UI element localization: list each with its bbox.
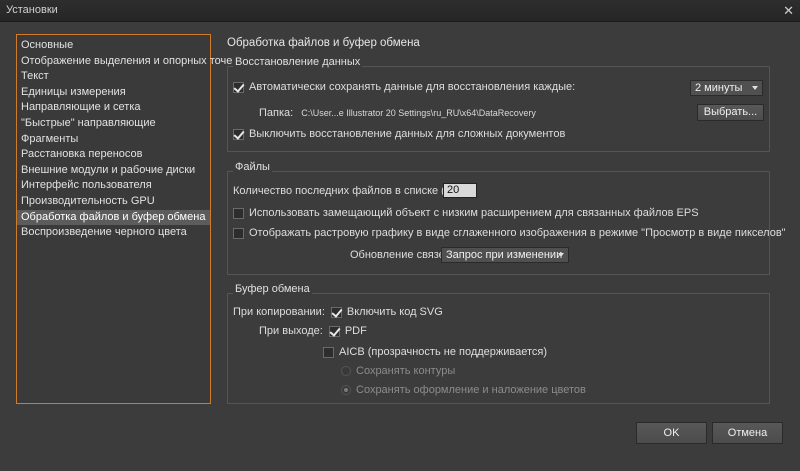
data-recovery-group-title: Восстановление данных: [233, 56, 363, 68]
ok-button[interactable]: OK: [636, 422, 707, 444]
category-list: Основные Отображение выделения и опорных…: [16, 34, 237, 404]
aicb-checkbox[interactable]: [323, 346, 334, 358]
disable-complex-row: Выключить восстановление данных для слож…: [233, 128, 565, 140]
chevron-down-icon: [558, 253, 564, 257]
files-group-title: Файлы: [233, 161, 272, 173]
pdf-checkbox[interactable]: [328, 325, 340, 337]
sidebar-item-user-interface[interactable]: Интерфейс пользователя: [17, 178, 210, 194]
preserve-appearance-row: Сохранять оформление и наложение цветов: [341, 384, 586, 396]
on-copy-label: При копировании:: [233, 306, 325, 318]
recent-files-count-input[interactable]: 20: [443, 183, 477, 198]
cancel-button[interactable]: Отмена: [712, 422, 783, 444]
update-links-select[interactable]: Запрос при изменении: [441, 247, 569, 263]
folder-label: Папка:: [259, 107, 294, 119]
on-exit-row: При выходе: PDF: [259, 325, 367, 337]
raster-label: Отображать растровую графику в виде сгла…: [249, 227, 786, 239]
on-copy-row: При копировании: Включить код SVG: [233, 306, 443, 318]
page-title: Обработка файлов и буфер обмена: [227, 37, 420, 49]
svg-label: Включить код SVG: [346, 306, 443, 318]
window-title: Установки: [6, 4, 58, 16]
svg-checkbox[interactable]: [330, 306, 342, 318]
preserve-appearance-radio[interactable]: [341, 385, 351, 395]
sidebar-item-black-appearance[interactable]: Воспроизведение черного цвета: [17, 225, 210, 241]
disable-complex-checkbox[interactable]: [233, 128, 244, 140]
preserve-paths-radio[interactable]: [341, 366, 351, 376]
chevron-down-icon: [752, 86, 758, 90]
update-links-value: Запрос при изменении: [446, 249, 563, 261]
clipboard-group-title: Буфер обмена: [233, 283, 312, 295]
sidebar-item-gpu-performance[interactable]: Производительность GPU: [17, 194, 210, 210]
proxy-label: Использовать замещающий объект с низким …: [249, 207, 699, 219]
sidebar-item-general[interactable]: Основные: [17, 38, 210, 54]
aicb-row: AICB (прозрачность не поддерживается): [323, 346, 547, 358]
recent-files-label: Количество последних файлов в списке (0-…: [233, 185, 474, 197]
sidebar-item-units[interactable]: Единицы измерения: [17, 85, 210, 101]
sidebar-item-guides-grid[interactable]: Направляющие и сетка: [17, 100, 210, 116]
update-links-row: Обновление связей:: [350, 249, 454, 261]
autosave-label: Автоматически сохранять данные для восст…: [249, 81, 576, 93]
sidebar-item-type[interactable]: Текст: [17, 69, 210, 85]
pdf-label: PDF: [344, 325, 367, 337]
folder-path: C:\User...e Illustrator 20 Settings\ru_R…: [301, 108, 536, 118]
sidebar-item-plugins-scratch-disks[interactable]: Внешние модули и рабочие диски: [17, 163, 210, 179]
raster-row: Отображать растровую графику в виде сгла…: [233, 227, 786, 239]
update-links-label: Обновление связей:: [350, 249, 454, 261]
raster-checkbox[interactable]: [233, 227, 244, 239]
proxy-checkbox[interactable]: [233, 207, 244, 219]
aicb-label: AICB (прозрачность не поддерживается): [339, 346, 548, 358]
autosave-interval-value: 2 минуты: [695, 82, 743, 94]
preserve-paths-label: Сохранять контуры: [356, 365, 456, 377]
preserve-appearance-label: Сохранять оформление и наложение цветов: [356, 384, 586, 396]
autosave-row: Автоматически сохранять данные для восст…: [233, 81, 575, 93]
sidebar-item-selection-anchor-display[interactable]: Отображение выделения и опорных точек: [17, 54, 237, 70]
proxy-row: Использовать замещающий объект с низким …: [233, 207, 699, 219]
preserve-paths-row: Сохранять контуры: [341, 365, 455, 377]
folder-row: Папка: C:\User...e Illustrator 20 Settin…: [259, 107, 536, 119]
close-icon[interactable]: ✕: [783, 4, 794, 17]
sidebar-item-smart-guides[interactable]: "Быстрые" направляющие: [17, 116, 210, 132]
autosave-checkbox[interactable]: [233, 81, 244, 93]
autosave-interval-select[interactable]: 2 минуты: [690, 80, 763, 96]
title-bar: Установки ✕: [0, 0, 800, 22]
sidebar-item-file-handling-clipboard[interactable]: Обработка файлов и буфер обмена: [17, 209, 210, 226]
recent-files-row: Количество последних файлов в списке (0-…: [233, 185, 474, 197]
on-exit-label: При выходе:: [259, 325, 323, 337]
choose-folder-button[interactable]: Выбрать...: [697, 104, 764, 121]
sidebar-item-hyphenation[interactable]: Расстановка переносов: [17, 147, 210, 163]
disable-complex-label: Выключить восстановление данных для слож…: [249, 128, 566, 140]
sidebar-item-slices[interactable]: Фрагменты: [17, 132, 210, 148]
